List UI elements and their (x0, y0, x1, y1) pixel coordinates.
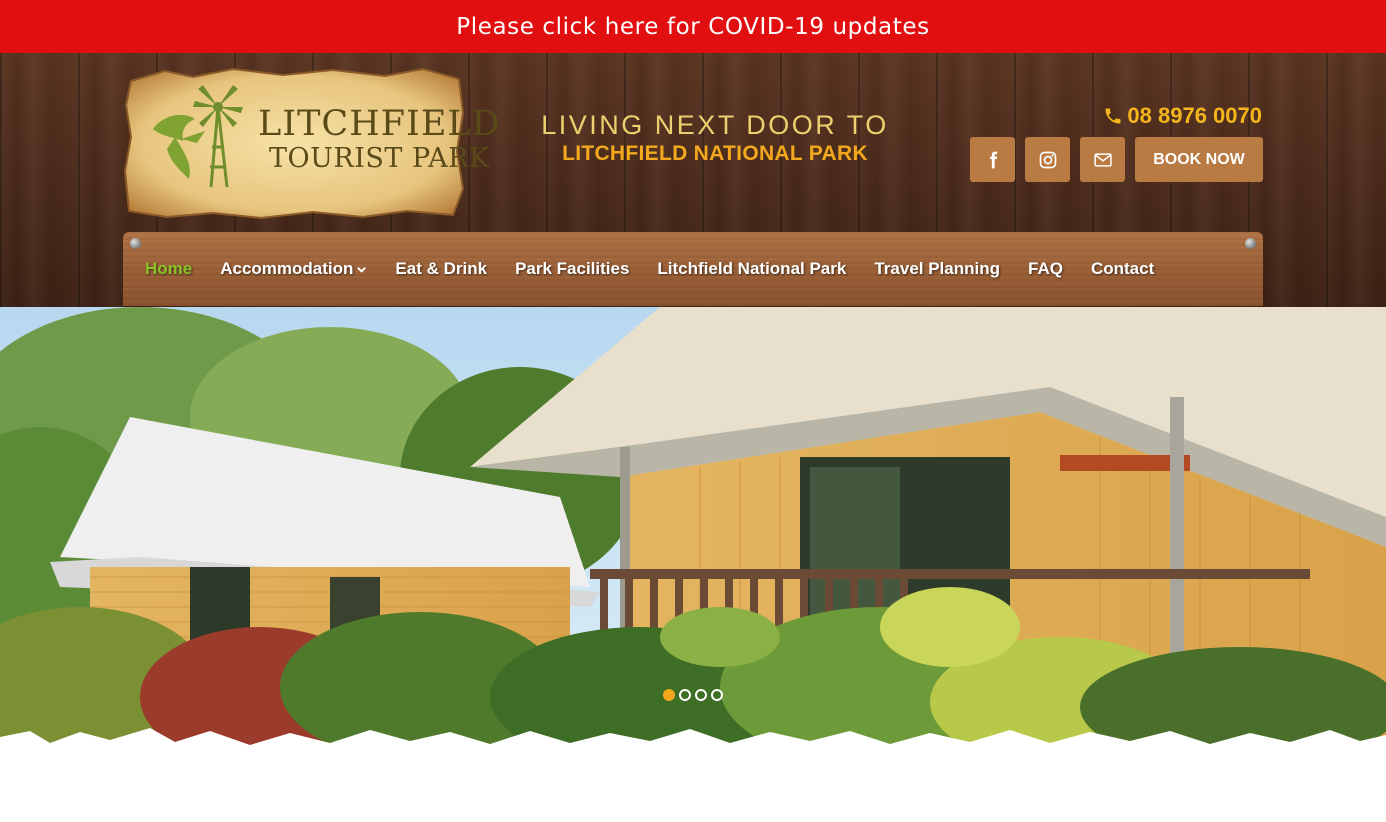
header-tagline: LIVING NEXT DOOR TO LITCHFIELD NATIONAL … (520, 110, 910, 165)
phone-icon (1105, 108, 1121, 124)
logo-wordmark: LITCHFIELD TOURIST PARK (258, 104, 501, 174)
nav-item-label: Travel Planning (874, 259, 1000, 278)
nav-item-faq[interactable]: FAQ (1028, 259, 1063, 279)
logo-line-1: LITCHFIELD (258, 104, 501, 144)
facebook-icon (989, 151, 997, 168)
slider-dot[interactable] (663, 689, 675, 701)
email-button[interactable] (1080, 137, 1125, 182)
covid-updates-banner[interactable]: Please click here for COVID-19 updates (0, 0, 1386, 53)
nail-icon (1245, 238, 1256, 249)
book-now-button[interactable]: BOOK NOW (1135, 137, 1263, 182)
hero-slider[interactable] (0, 307, 1386, 749)
covid-updates-link[interactable]: Please click here for COVID-19 updates (456, 14, 929, 40)
phone-number: 08 8976 0070 (1127, 103, 1262, 128)
nav-item-label: Eat & Drink (395, 259, 488, 278)
nav-item-travel-planning[interactable]: Travel Planning (874, 259, 1000, 279)
instagram-button[interactable] (1025, 137, 1070, 182)
nav-item-label: Home (145, 259, 193, 278)
header-phone-link[interactable]: 08 8976 0070 (1103, 103, 1262, 129)
nav-item-eat-drink[interactable]: Eat & Drink (395, 259, 487, 279)
book-now-label: BOOK NOW (1153, 150, 1245, 168)
instagram-icon (1039, 151, 1056, 168)
nail-icon (130, 238, 141, 249)
logo-line-2: TOURIST PARK (269, 143, 490, 174)
nav-item-litchfield-national-park[interactable]: Litchfield National Park (657, 259, 846, 279)
nav-item-label: Contact (1090, 259, 1155, 278)
tagline-line-2: LITCHFIELD NATIONAL PARK (562, 142, 868, 165)
nav-menu: Home Accommodation Eat & Drink Park Faci… (145, 259, 1154, 279)
slider-pagination (663, 689, 723, 701)
facebook-button[interactable] (970, 137, 1015, 182)
nav-item-label: FAQ (1028, 259, 1063, 278)
chevron-down-icon (357, 266, 367, 273)
nav-item-accommodation[interactable]: Accommodation (220, 259, 367, 279)
nav-item-home[interactable]: Home (145, 259, 192, 279)
nav-item-label: Litchfield National Park (657, 259, 847, 278)
envelope-icon (1093, 152, 1112, 167)
nav-item-park-facilities[interactable]: Park Facilities (515, 259, 629, 279)
hero-image-cabins (0, 307, 1386, 749)
nav-item-label: Accommodation (220, 259, 354, 278)
tagline-line-1: LIVING NEXT DOOR TO (541, 110, 889, 140)
slider-dot[interactable] (695, 689, 707, 701)
slider-dot[interactable] (679, 689, 691, 701)
nav-item-contact[interactable]: Contact (1091, 259, 1154, 279)
slider-dot[interactable] (711, 689, 723, 701)
site-logo[interactable]: LITCHFIELD TOURIST PARK (123, 67, 500, 219)
nav-item-label: Park Facilities (515, 259, 630, 278)
main-navigation: Home Accommodation Eat & Drink Park Faci… (123, 232, 1263, 306)
